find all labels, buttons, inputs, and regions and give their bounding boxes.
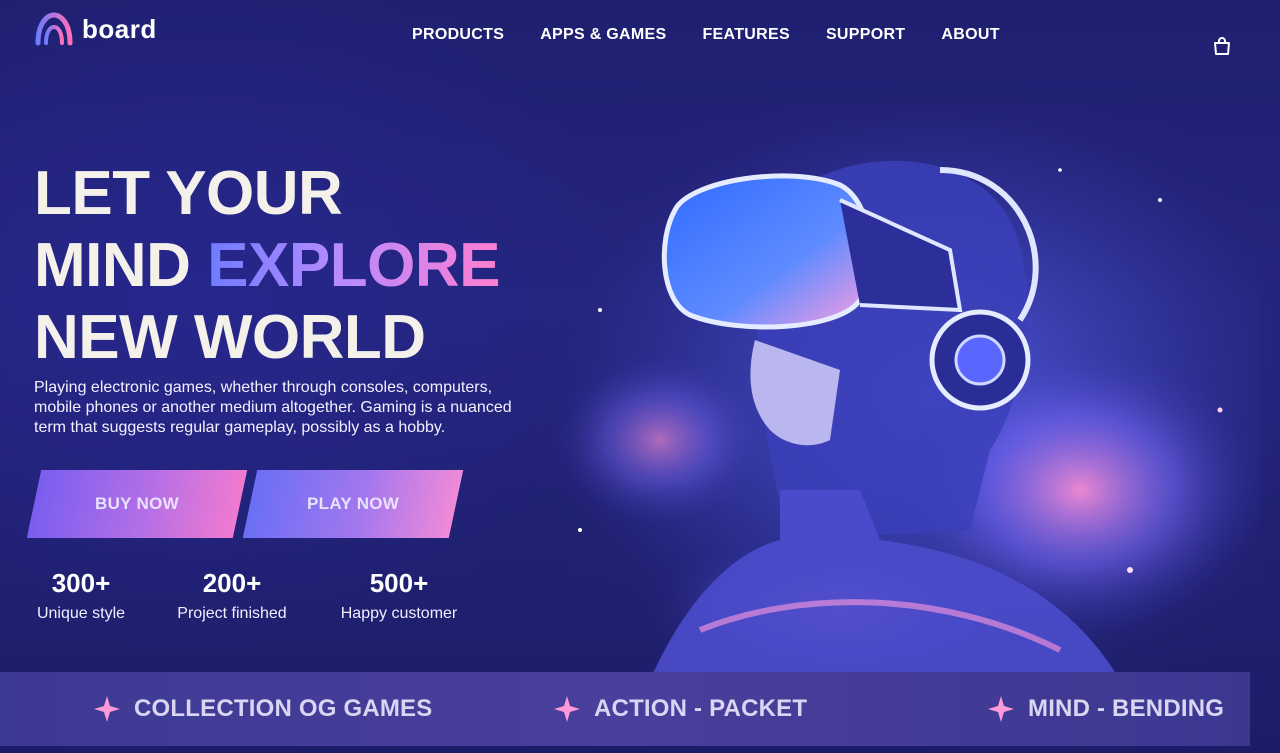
headline-line-3: NEW WORLD: [34, 303, 426, 372]
headline-line-1: LET YOUR: [34, 159, 343, 228]
stat-value: 500+: [369, 568, 429, 598]
ticker-item[interactable]: ACTION - PACKET: [552, 694, 807, 724]
hero-headline: LET YOUR MIND EXPLORE NEW WORLD: [34, 158, 500, 374]
nav-support[interactable]: SUPPORT: [826, 26, 905, 44]
stat-label: Project finished: [177, 605, 287, 622]
category-ticker: COLLECTION OG GAMES ACTION - PACKET MIND…: [0, 672, 1250, 746]
sparkle-star-icon: [94, 696, 120, 722]
arch-logo-icon: [35, 12, 73, 46]
vr-headset-girl-illustration: [540, 110, 1260, 680]
ticker-label: ACTION - PACKET: [594, 695, 808, 722]
stat-value: 300+: [51, 568, 111, 598]
stat-unique-style: 300+ Unique style: [36, 568, 126, 623]
play-now-label: PLAY NOW: [306, 494, 400, 513]
landing-page: board PRODUCTS APPS & GAMES FEATURES SUP…: [0, 0, 1280, 753]
headline-line-2: MIND EXPLORE: [34, 230, 500, 302]
buy-now-button[interactable]: BUY NOW: [26, 470, 248, 538]
ticker-item[interactable]: COLLECTION OG GAMES: [92, 694, 432, 724]
buy-now-label: BUY NOW: [95, 494, 179, 513]
hero-description: Playing electronic games, whether throug…: [34, 379, 512, 436]
stat-value: 200+: [202, 568, 262, 598]
main-nav: PRODUCTS APPS & GAMES FEATURES SUPPORT A…: [412, 26, 1000, 44]
nav-apps-games[interactable]: APPS & GAMES: [540, 26, 666, 44]
sparkle-star-icon: [988, 696, 1014, 722]
stat-label: Unique style: [36, 605, 126, 622]
brand-name: board: [82, 13, 157, 44]
play-now-button[interactable]: PLAY NOW: [242, 470, 464, 538]
nav-features[interactable]: FEATURES: [702, 26, 789, 44]
shopping-bag-icon[interactable]: [1210, 34, 1234, 58]
brand-logo[interactable]: board: [34, 12, 157, 46]
headline-accent-word: EXPLORE: [207, 231, 500, 300]
stat-label: Happy customer: [340, 605, 458, 622]
ticker-label: MIND - BENDING: [1028, 695, 1225, 722]
nav-products[interactable]: PRODUCTS: [412, 26, 504, 44]
sparkle-star-icon: [554, 696, 580, 722]
stat-happy-customer: 500+ Happy customer: [338, 568, 460, 623]
ticker-item[interactable]: MIND - BENDING: [986, 694, 1224, 724]
ticker-label: COLLECTION OG GAMES: [134, 695, 433, 722]
nav-about[interactable]: ABOUT: [941, 26, 999, 44]
headline-line-2-prefix: MIND: [34, 231, 208, 300]
stat-project-finished: 200+ Project finished: [176, 568, 288, 623]
